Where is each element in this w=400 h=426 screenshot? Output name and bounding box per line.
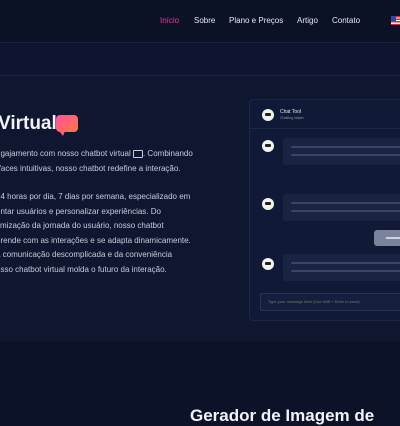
chat-header: Chat Tool Chatting helper [250, 100, 400, 129]
section-heading: Gerador de Imagem de [190, 406, 375, 425]
chat-bot-name: Chat Tool [280, 109, 302, 115]
bot-avatar [262, 109, 274, 121]
chat-bubble-icon [56, 115, 78, 136]
chat-bot-status: Chatting helper [280, 116, 304, 120]
hero-paragraph-1: ngajamento com nosso chatbot virtual . C… [0, 147, 226, 176]
nav-item-planos[interactable]: Plano e Preços [229, 16, 283, 25]
bot-avatar [262, 140, 274, 152]
chat-inline-icon [132, 149, 143, 158]
hero-paragraph-2: 24 horas por dia, 7 dias por semana, esp… [0, 190, 226, 277]
paragraph-2-line: 24 horas por dia, 7 dias por semana, esp… [0, 192, 191, 201]
bot-message [283, 254, 400, 281]
paragraph-1-part-b: . Combinando [142, 149, 193, 158]
chat-message-input[interactable] [260, 293, 400, 311]
paragraph-2-line: timização da jornada do usuário, nosso c… [0, 221, 164, 230]
nav-item-sobre[interactable]: Sobre [194, 16, 215, 25]
paragraph-1-part-c: rfaces intuitivas, nosso chatbot redefin… [0, 163, 181, 173]
bot-avatar [262, 258, 274, 270]
bot-avatar [262, 198, 274, 210]
paragraph-2-line: entar usuários e personalizar experiênci… [0, 206, 161, 216]
secondary-bar [0, 43, 400, 76]
bot-message [283, 194, 400, 221]
bot-message [283, 138, 400, 165]
hero-title: Virtual [0, 113, 57, 134]
paragraph-2-line: osso chatbot virtual molda o futuro da i… [0, 264, 167, 274]
paragraph-2-line: prende com as interações e se adapta din… [0, 235, 191, 245]
us-flag-icon[interactable] [391, 16, 400, 25]
nav-item-inicio[interactable]: Início [160, 16, 179, 25]
paragraph-2-line: a comunicação descomplicada e da conveni… [0, 250, 173, 259]
paragraph-1-part-a: ngajamento com nosso chatbot virtual [0, 149, 131, 158]
nav-item-contato[interactable]: Contato [332, 16, 360, 25]
user-message [374, 230, 400, 246]
top-navigation-bar: Início Sobre Plano e Preços Artigo Conta… [0, 0, 400, 43]
nav-item-artigo[interactable]: Artigo [297, 16, 318, 25]
chat-window: Chat Tool Chatting helper [249, 99, 400, 321]
